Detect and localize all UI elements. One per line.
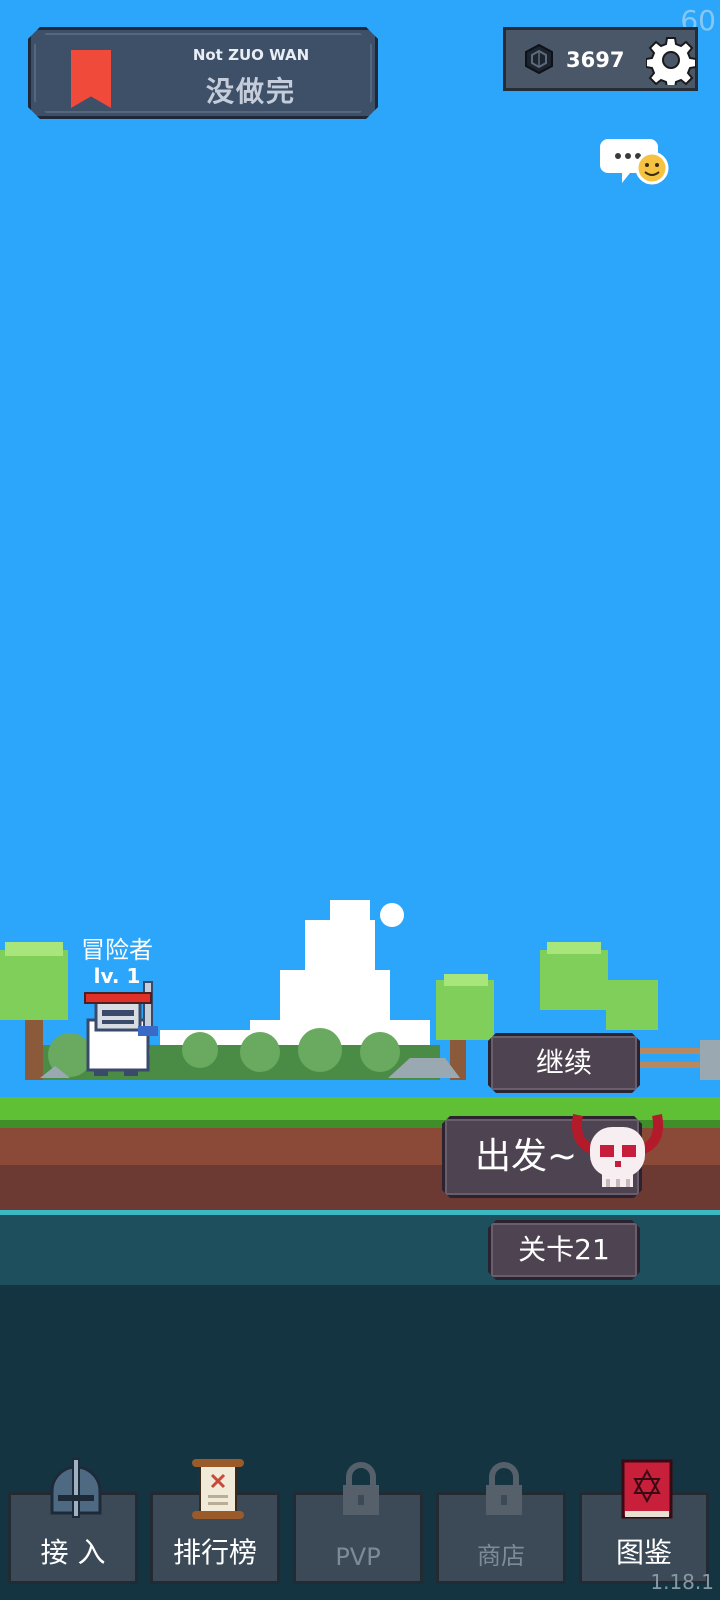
hero-hp-bar [84, 992, 152, 1004]
scroll-icon [192, 1459, 244, 1519]
hero-name: 冒险者 [81, 936, 153, 964]
gear-icon[interactable] [646, 35, 696, 85]
nav-pvp-label: PVP [335, 1543, 381, 1571]
nav-pvp[interactable]: PVP [293, 1462, 423, 1584]
quest-banner[interactable]: Not ZUO WAN 没做完 [28, 27, 378, 119]
currency-panel: 3697 [503, 27, 698, 91]
chat-bubble-icon[interactable] [600, 133, 670, 193]
spellbook-icon [621, 1459, 673, 1519]
hero-level: lv. 1 [93, 964, 141, 988]
nav-connect[interactable]: 接 入 [8, 1458, 138, 1584]
nav-shop[interactable]: 商店 [436, 1462, 566, 1584]
banner-subtitle: Not ZUO WAN [192, 46, 310, 64]
lock-icon [486, 1462, 522, 1515]
demon-skull-icon [572, 1114, 663, 1187]
currency-value: 3697 [566, 48, 625, 72]
hp-fill [86, 994, 150, 1002]
gem-icon [525, 44, 553, 74]
version-label: 1.18.1 [650, 1570, 714, 1594]
banner-title: 没做完 [205, 75, 296, 108]
continue-button[interactable]: 继续 [488, 1033, 640, 1093]
nav-leaderboard[interactable]: 排行榜 [150, 1459, 280, 1584]
nav-leaderboard-label: 排行榜 [172, 1536, 257, 1569]
lock-icon [343, 1462, 379, 1515]
nav-connect-label: 接 入 [40, 1536, 106, 1569]
knight-helmet-icon [50, 1458, 102, 1518]
nav-shop-label: 商店 [477, 1542, 525, 1570]
level-button[interactable]: 关卡21 [488, 1220, 640, 1280]
nav-codex-label: 图鉴 [615, 1536, 672, 1569]
